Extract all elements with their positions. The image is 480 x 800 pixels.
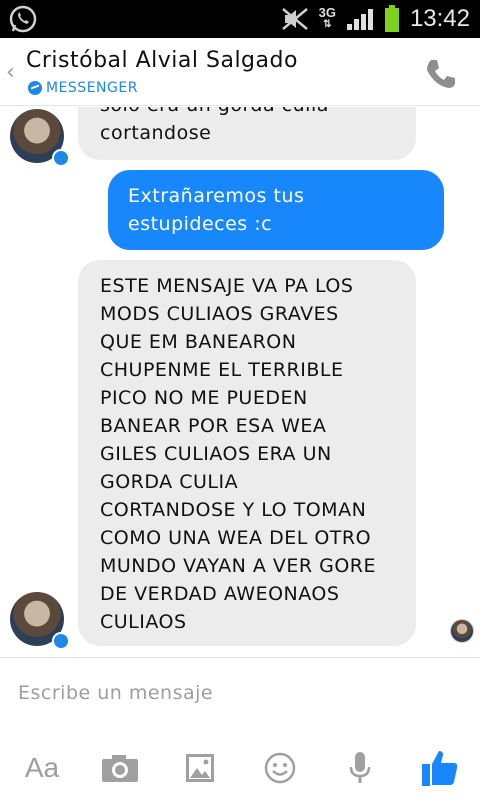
message-line: cortandose bbox=[100, 122, 212, 144]
mic-icon bbox=[349, 752, 371, 783]
conversation-header: ‹ Cristóbal Alvial Salgado MESSENGER bbox=[0, 38, 480, 106]
gallery-icon bbox=[186, 754, 214, 782]
message-line: BANEAR POR ESA WEA bbox=[100, 415, 327, 437]
message-line: PICO NO ME PUEDEN bbox=[100, 387, 308, 409]
composer-toolbar: Aa bbox=[0, 746, 480, 790]
message-line: MODS CULIAOS GRAVES bbox=[100, 303, 339, 325]
message-list[interactable]: solo era un gorda culia cortandose Extra… bbox=[0, 107, 480, 655]
like-icon bbox=[422, 751, 458, 786]
mic-button[interactable] bbox=[338, 746, 382, 790]
emoji-button[interactable] bbox=[258, 746, 302, 790]
emoji-icon bbox=[264, 752, 296, 784]
back-icon[interactable]: ‹ bbox=[6, 60, 15, 85]
messenger-badge-icon bbox=[52, 149, 70, 167]
signal-icon bbox=[346, 9, 373, 30]
contact-avatar[interactable] bbox=[10, 592, 70, 652]
status-bar: 3G ⇅ 13:42 bbox=[0, 0, 480, 38]
message-bubble-incoming[interactable]: solo era un gorda culia cortandose bbox=[78, 107, 416, 160]
seen-avatar bbox=[450, 619, 474, 643]
gallery-button[interactable] bbox=[178, 746, 222, 790]
message-line: CORTANDOSE Y LO TOMAN bbox=[100, 499, 367, 521]
message-line: CULIAOS bbox=[100, 611, 187, 633]
contact-name[interactable]: Cristóbal Alvial Salgado bbox=[26, 48, 298, 73]
message-line: COMO UNA WEA DEL OTRO bbox=[100, 527, 372, 549]
composer: Escribe un mensaje Aa bbox=[0, 657, 480, 800]
message-input[interactable]: Escribe un mensaje bbox=[18, 682, 213, 704]
message-line: MUNDO VAYAN A VER GORE bbox=[100, 555, 376, 577]
message-line: QUE EM BANEARON bbox=[100, 331, 297, 353]
message-bubble-outgoing[interactable]: Extrañaremos tus estupideces :c bbox=[108, 170, 444, 250]
message-line: CHUPENME EL TERRIBLE bbox=[100, 359, 344, 381]
message-line: estupideces :c bbox=[128, 213, 273, 235]
messenger-icon bbox=[28, 81, 42, 95]
message-bubble-incoming[interactable]: ESTE MENSAJE VA PA LOS MODS CULIAOS GRAVE… bbox=[78, 260, 416, 646]
message-line: ESTE MENSAJE VA PA LOS bbox=[100, 275, 354, 297]
camera-icon bbox=[102, 755, 138, 782]
font-button[interactable]: Aa bbox=[20, 746, 64, 790]
contact-avatar[interactable] bbox=[10, 109, 70, 169]
like-button[interactable] bbox=[418, 746, 462, 790]
clock: 13:42 bbox=[409, 5, 470, 32]
network-type: 3G ⇅ bbox=[318, 5, 336, 30]
messenger-label: MESSENGER bbox=[28, 80, 138, 96]
camera-button[interactable] bbox=[98, 746, 142, 790]
mute-icon bbox=[281, 8, 308, 30]
message-line: solo era un gorda culia bbox=[100, 107, 394, 119]
message-line: GILES CULIAOS ERA UN bbox=[100, 443, 332, 465]
message-line: GORDA CULIA bbox=[100, 471, 239, 493]
phone-icon[interactable] bbox=[422, 56, 458, 92]
battery-icon bbox=[384, 5, 399, 32]
messenger-text: MESSENGER bbox=[46, 80, 138, 96]
message-line: DE VERDAD AWEONAOS bbox=[100, 583, 340, 605]
message-line: Extrañaremos tus bbox=[128, 185, 305, 207]
messenger-badge-icon bbox=[52, 632, 70, 650]
whatsapp-icon bbox=[9, 5, 37, 33]
